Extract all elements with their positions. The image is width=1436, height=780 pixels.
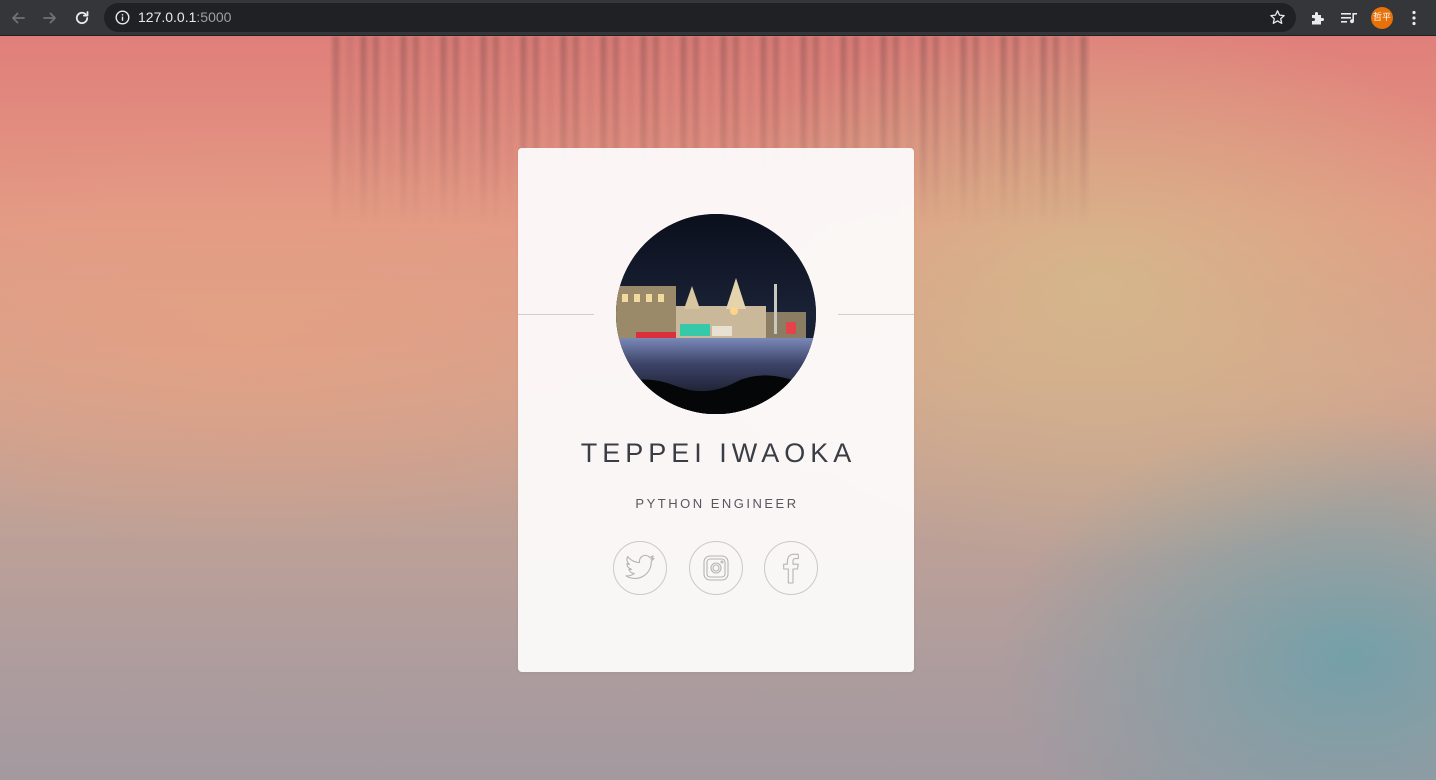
divider-left <box>518 314 594 315</box>
facebook-icon <box>783 553 799 584</box>
address-bar[interactable]: 127.0.0.1:5000 <box>104 3 1296 32</box>
back-button[interactable] <box>5 5 31 31</box>
twitter-link[interactable] <box>613 541 667 595</box>
back-arrow-icon <box>12 12 25 24</box>
profile-card: TEPPEI IWAOKA PYTHON ENGINEER <box>518 148 914 672</box>
profile-avatar[interactable]: 哲平 <box>1371 7 1393 29</box>
info-icon[interactable] <box>115 10 130 25</box>
forward-arrow-icon <box>43 12 56 24</box>
kebab-menu-icon <box>1412 10 1416 26</box>
media-button[interactable] <box>1338 7 1360 29</box>
url-port: :5000 <box>196 9 232 25</box>
media-queue-icon <box>1341 13 1357 24</box>
browser-menu-button[interactable] <box>1403 7 1425 29</box>
extensions-button[interactable] <box>1307 7 1329 29</box>
profile-name: TEPPEI IWAOKA <box>580 438 857 468</box>
forward-button[interactable] <box>37 5 63 31</box>
profile-role: PYTHON ENGINEER <box>635 496 799 511</box>
instagram-link[interactable] <box>689 541 743 595</box>
page-background: TEPPEI IWAOKA PYTHON ENGINEER <box>0 36 1436 780</box>
reload-button[interactable] <box>69 5 95 31</box>
puzzle-icon <box>1312 12 1324 25</box>
profile-photo <box>616 214 816 414</box>
reload-icon <box>75 11 89 25</box>
facebook-link[interactable] <box>764 541 818 595</box>
instagram-icon <box>703 555 729 581</box>
url-text[interactable]: 127.0.0.1:5000 <box>138 9 231 26</box>
url-host: 127.0.0.1 <box>138 9 197 25</box>
star-icon[interactable] <box>1269 9 1286 26</box>
divider-right <box>838 314 914 315</box>
browser-toolbar: 127.0.0.1:5000 哲平 <box>0 0 1436 36</box>
twitter-icon <box>625 554 655 579</box>
